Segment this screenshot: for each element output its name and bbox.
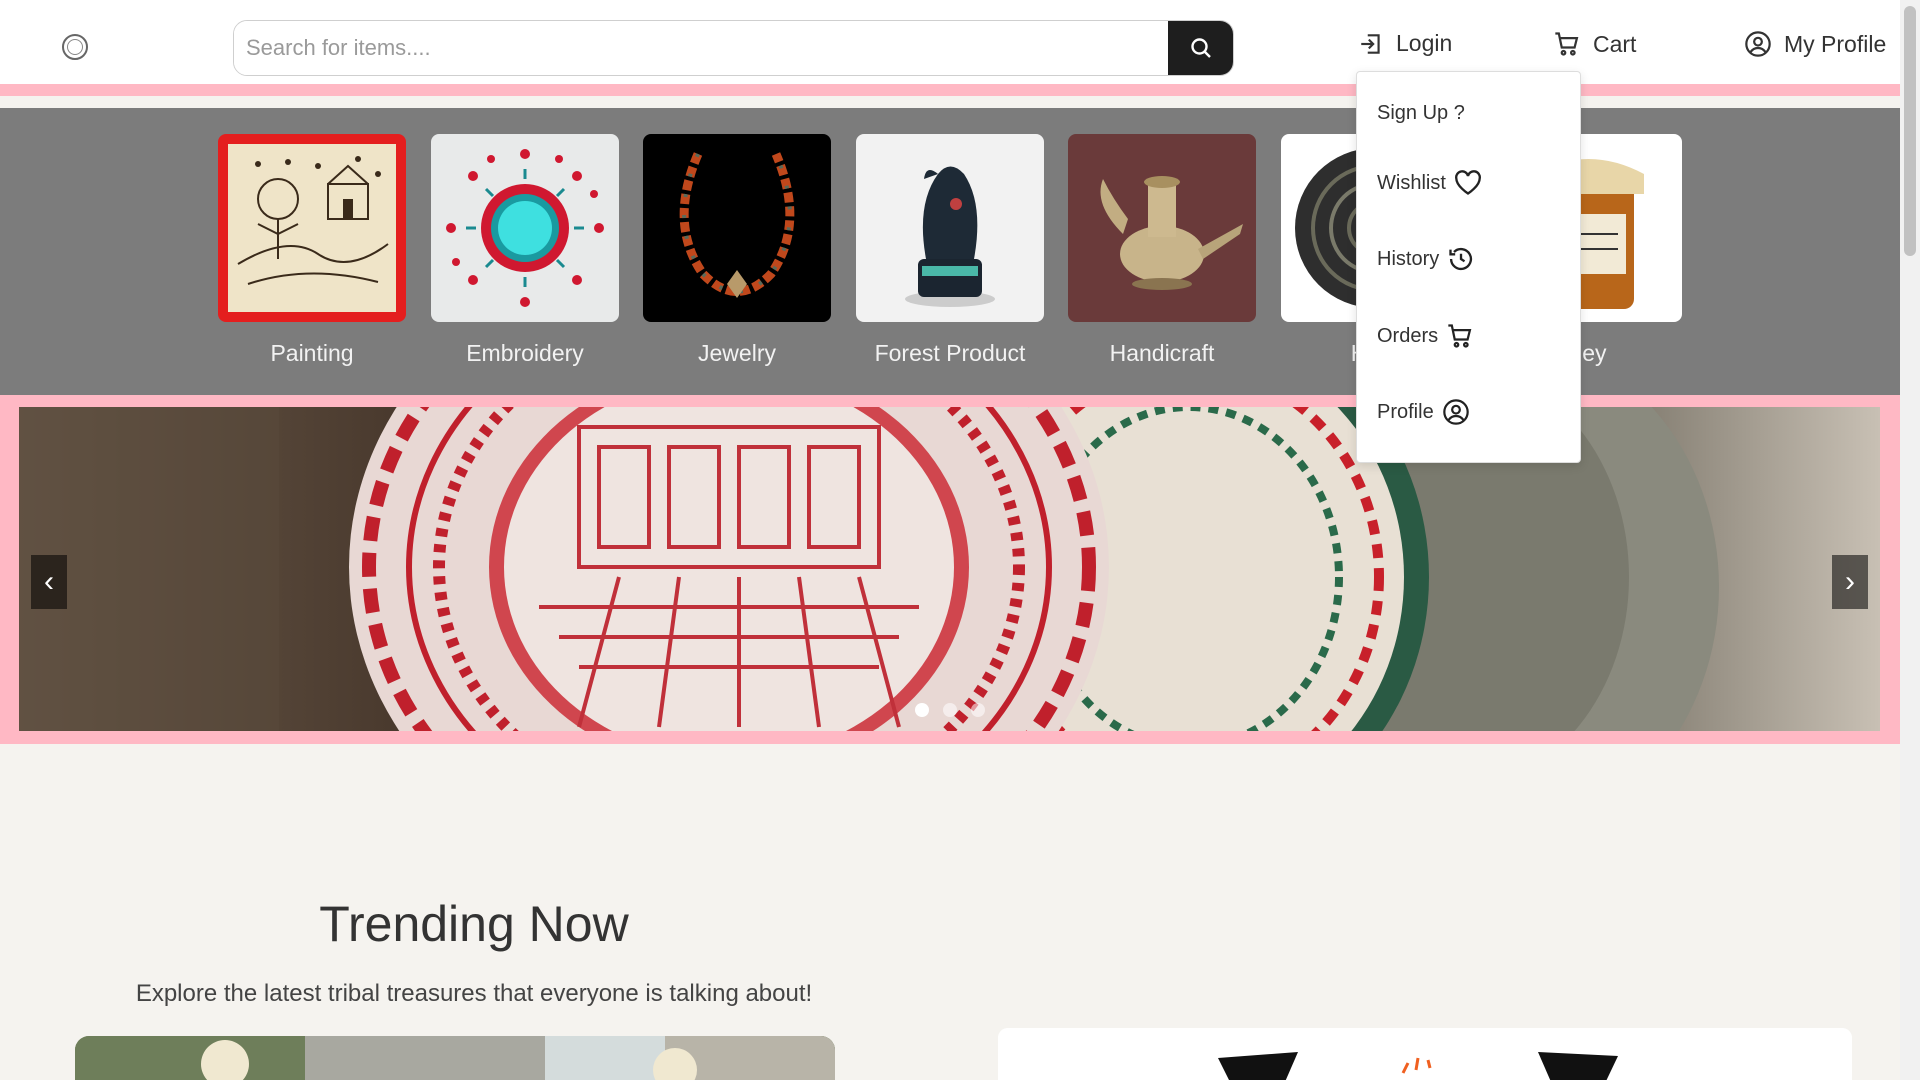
category-painting-image [218,134,406,322]
category-forest-product-image [856,134,1044,322]
carousel-slide: ‹ › [19,407,1880,731]
wishlist-label: Wishlist [1377,171,1446,194]
category-embroidery-image [431,134,619,322]
my-profile-label: My Profile [1784,30,1887,57]
category-painting[interactable]: Painting [218,134,406,367]
carousel-dot-3[interactable] [971,703,985,717]
category-label: Handicraft [1109,340,1215,366]
history-menu-item[interactable]: History [1377,245,1475,273]
category-jewelry[interactable]: Jewelry [643,134,831,367]
hero-carousel: ‹ › [0,395,1900,744]
top-header: Login Cart My Profile [0,0,1900,96]
trending-image-card[interactable] [75,1036,835,1080]
site-logo[interactable] [62,34,88,60]
category-handicraft-image [1068,134,1256,322]
chevron-right-icon: › [1845,565,1855,598]
cart-icon [1448,324,1472,348]
signup-menu-item[interactable]: Sign Up ? [1377,102,1465,125]
trending-title: Trending Now [319,896,629,952]
category-jewelry-image [643,134,831,322]
history-label: History [1377,247,1440,270]
trending-product-card[interactable] [998,1028,1852,1080]
category-label: Forest Product [874,340,1026,366]
carousel-indicators [915,703,985,717]
category-embroidery[interactable]: Embroidery [431,134,619,367]
category-forest-product[interactable]: Forest Product [856,134,1044,367]
history-icon [1449,247,1473,271]
login-label: Login [1396,30,1453,56]
carousel-prev-button[interactable]: ‹ [31,555,67,609]
heart-icon [1454,170,1481,195]
search-icon [1190,38,1211,58]
user-circle-icon [1745,31,1771,57]
orders-label: Orders [1377,324,1439,347]
search-button[interactable] [1168,21,1233,75]
my-profile-link[interactable]: My Profile [1744,30,1886,58]
wishlist-menu-item[interactable]: Wishlist [1377,170,1482,196]
signup-label: Sign Up ? [1377,102,1465,124]
profile-label: Profile [1377,400,1434,423]
search-bar [233,20,1234,76]
trending-subtitle: Explore the latest tribal treasures that… [135,980,813,1007]
login-icon [1361,33,1380,54]
category-label: Painting [270,340,354,366]
search-input[interactable] [234,21,1168,75]
category-handicraft[interactable]: Handicraft [1068,134,1256,367]
profile-menu-item[interactable]: Profile [1377,398,1470,426]
account-dropdown-menu: Sign Up ? Wishlist History Orders Profil… [1356,71,1581,463]
orders-menu-item[interactable]: Orders [1377,322,1474,350]
scrollbar-thumb[interactable] [1904,6,1916,256]
cart-icon [1555,32,1579,56]
carousel-next-button[interactable]: › [1832,555,1868,609]
chevron-left-icon: ‹ [44,565,54,598]
login-link[interactable]: Login [1358,30,1452,57]
carousel-dot-2[interactable] [943,703,957,717]
category-label: Jewelry [698,340,776,366]
cart-label: Cart [1593,30,1637,57]
carousel-dot-1[interactable] [915,703,929,717]
user-circle-icon [1442,399,1469,425]
category-strip: Painting Embroidery Jewelry Forest Produ… [0,108,1900,395]
cart-link[interactable]: Cart [1553,30,1636,58]
category-label: Embroidery [466,340,584,366]
